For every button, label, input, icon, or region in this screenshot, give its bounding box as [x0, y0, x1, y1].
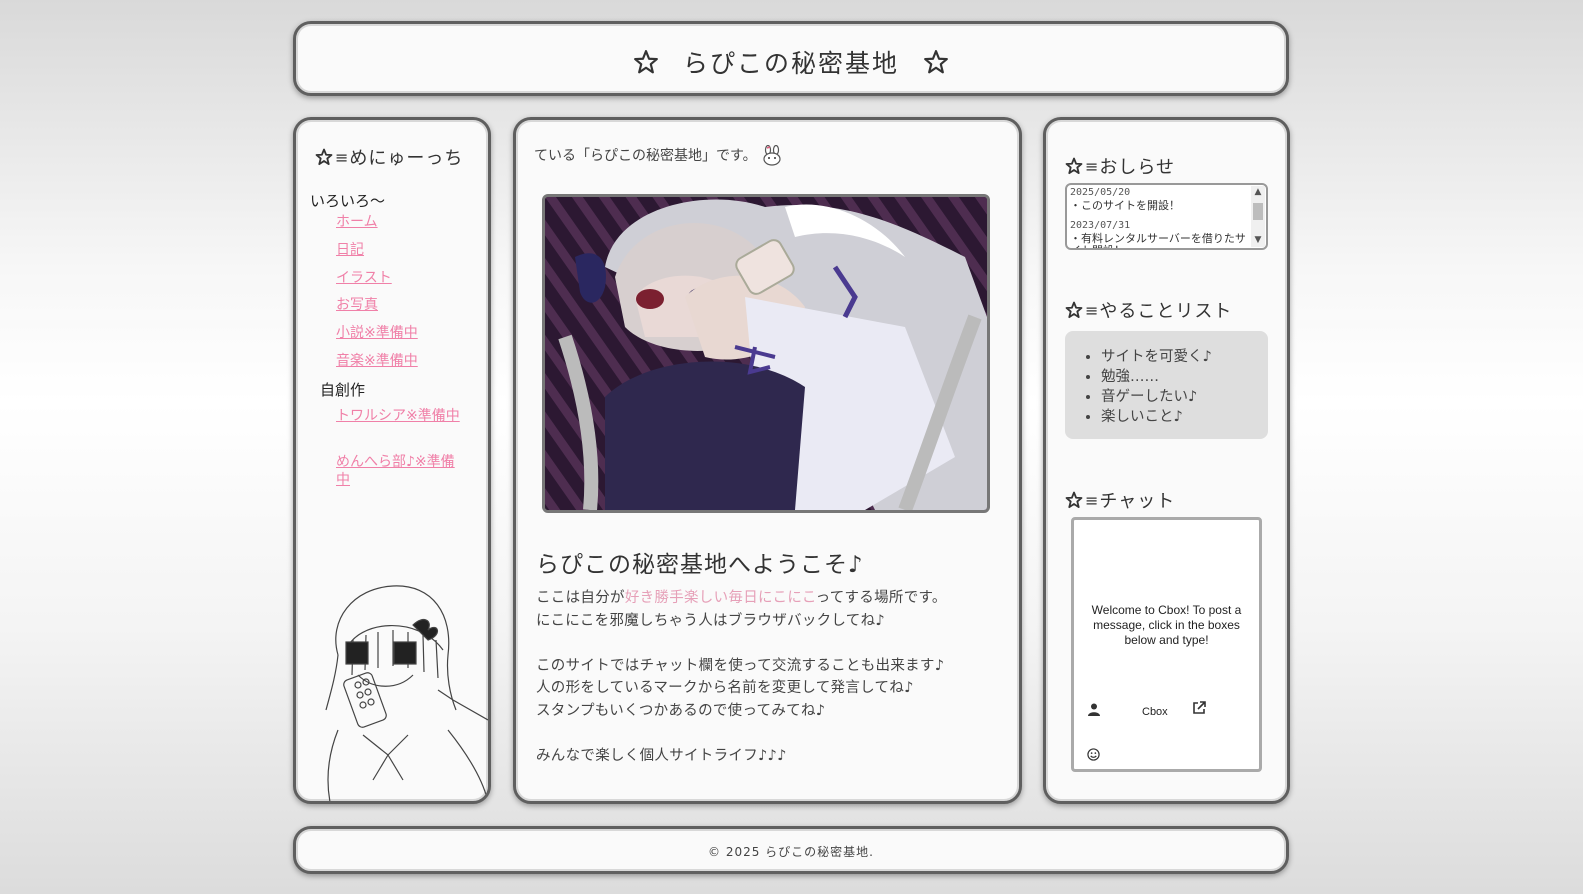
menu-group-original: 自創作 [320, 381, 366, 399]
lines-icon: ≡ [1085, 300, 1099, 320]
main-content: ている「らぴこの秘密基地」です。 らぴこの秘密基地へようこそ♪ ここは自分が好き… [513, 117, 1022, 804]
intro-p1-post: ってする場所です。 [815, 590, 947, 606]
todo-item: サイトを可愛く♪ [1101, 347, 1268, 367]
menu-panel: ≡ めにゅーっち いろいろ～ ホーム 日記 イラスト お写真 小説※準備中 音楽… [293, 117, 491, 804]
character-sketch [325, 585, 488, 801]
lines-icon: ≡ [335, 147, 349, 167]
scrollbar-thumb[interactable] [1253, 203, 1263, 220]
scrolling-welcome: ている「らぴこの秘密基地」です。 [534, 144, 783, 167]
menu-title: めにゅーっち [349, 148, 464, 169]
scroll-down-icon[interactable]: ▼ [1251, 234, 1265, 247]
external-link-icon[interactable] [1192, 701, 1206, 715]
bunny-icon [763, 144, 781, 166]
hero-illustration [542, 194, 990, 513]
lines-icon: ≡ [1085, 156, 1099, 176]
scroll-up-icon[interactable]: ▲ [1251, 186, 1265, 199]
chat-title: チャット [1099, 491, 1176, 512]
user-icon[interactable] [1088, 703, 1100, 716]
welcome-heading: らぴこの秘密基地へようこそ♪ [536, 552, 864, 578]
star-icon [1065, 301, 1083, 319]
news-title: おしらせ [1099, 157, 1176, 178]
intro-p1-highlight: 好き勝手楽しい毎日にこにこ [624, 590, 816, 606]
star-icon [315, 148, 333, 166]
menu-link-towarsia[interactable]: トワルシア※準備中 [336, 407, 461, 425]
news-heading: ≡ おしらせ [1065, 153, 1175, 179]
todo-box: サイトを可愛く♪ 勉強…… 音ゲーしたい♪ 楽しいこと♪ [1065, 331, 1268, 439]
cbox-brand-link[interactable]: Cbox [1142, 706, 1168, 718]
todo-list: サイトを可愛く♪ 勉強…… 音ゲーしたい♪ 楽しいこと♪ [1065, 331, 1268, 427]
intro-paragraph-1: ここは自分が好き勝手楽しい毎日にこにこってする場所です。 [536, 587, 947, 610]
menu-link-illust[interactable]: イラスト [336, 269, 461, 287]
chat-info-2: 人の形をしているマークから名前を変更して発言してね♪ [536, 680, 914, 696]
menu-link-novel[interactable]: 小説※準備中 [336, 324, 461, 342]
star-icon [924, 50, 948, 74]
menu-group-misc: いろいろ～ [310, 192, 386, 210]
copyright-text: © 2025 らぴこの秘密基地. [708, 845, 874, 859]
menu-link-photo[interactable]: お写真 [336, 296, 461, 314]
site-title-row: らぴこの秘密基地 [296, 44, 1286, 80]
news-date: 2025/05/20 [1070, 187, 1131, 198]
site-title: らぴこの秘密基地 [682, 49, 899, 78]
todo-item: 音ゲーしたい♪ [1101, 387, 1268, 407]
news-text: ・このサイトを開設！ [1070, 198, 1180, 212]
menu-link-music[interactable]: 音楽※準備中 [336, 352, 461, 370]
closing-line: みんなで楽しく個人サイトライフ♪♪♪ [536, 748, 787, 764]
site-header: らぴこの秘密基地 [293, 21, 1289, 96]
illustration-art [545, 197, 987, 510]
chat-heading: ≡ チャット [1065, 487, 1175, 513]
intro-paragraph-2: にこにこを邪魔しちゃう人はブラウザバックしてね♪ [536, 613, 885, 629]
site-footer: © 2025 らぴこの秘密基地. [293, 826, 1289, 874]
marquee-text: ている「らぴこの秘密基地」です。 [534, 148, 757, 164]
news-text: ・有料レンタルサーバーを借りたサイト開設！ [1070, 231, 1246, 248]
todo-item: 楽しいこと♪ [1101, 407, 1268, 427]
news-list: 2025/05/20 ・このサイトを開設！ 2023/07/31 ・有料レンタル… [1070, 187, 1248, 248]
cbox-welcome-message: Welcome to Cbox! To post a message, clic… [1091, 603, 1242, 647]
menu-heading: ≡ めにゅーっち [315, 144, 463, 170]
star-icon [1065, 491, 1083, 509]
lines-icon: ≡ [1085, 490, 1099, 510]
chat-info-3: スタンプもいくつかあるので使ってみてね♪ [536, 703, 826, 719]
menu-link-menhera[interactable]: めんへら部♪※準備中 [336, 453, 461, 489]
star-icon [1065, 157, 1083, 175]
news-scrollbar[interactable]: ▲ ▼ [1251, 186, 1265, 247]
todo-title: やることリスト [1099, 301, 1233, 322]
menu-link-home[interactable]: ホーム [336, 213, 461, 231]
todo-heading: ≡ やることリスト [1065, 297, 1232, 323]
news-scroll-box[interactable]: 2025/05/20 ・このサイトを開設！ 2023/07/31 ・有料レンタル… [1065, 183, 1268, 250]
menu-link-diary[interactable]: 日記 [336, 241, 461, 259]
todo-item: 勉強…… [1101, 367, 1268, 387]
emoji-icon[interactable] [1087, 748, 1100, 761]
news-date: 2023/07/31 [1070, 220, 1131, 231]
chat-info-1: このサイトではチャット欄を使って交流することも出来ます♪ [536, 658, 945, 674]
star-icon [634, 50, 658, 74]
sidebar-right: ≡ おしらせ 2025/05/20 ・このサイトを開設！ 2023/07/31 … [1043, 117, 1290, 804]
cbox-chat-widget[interactable]: Welcome to Cbox! To post a message, clic… [1071, 517, 1262, 772]
intro-p1-pre: ここは自分が [536, 590, 625, 606]
